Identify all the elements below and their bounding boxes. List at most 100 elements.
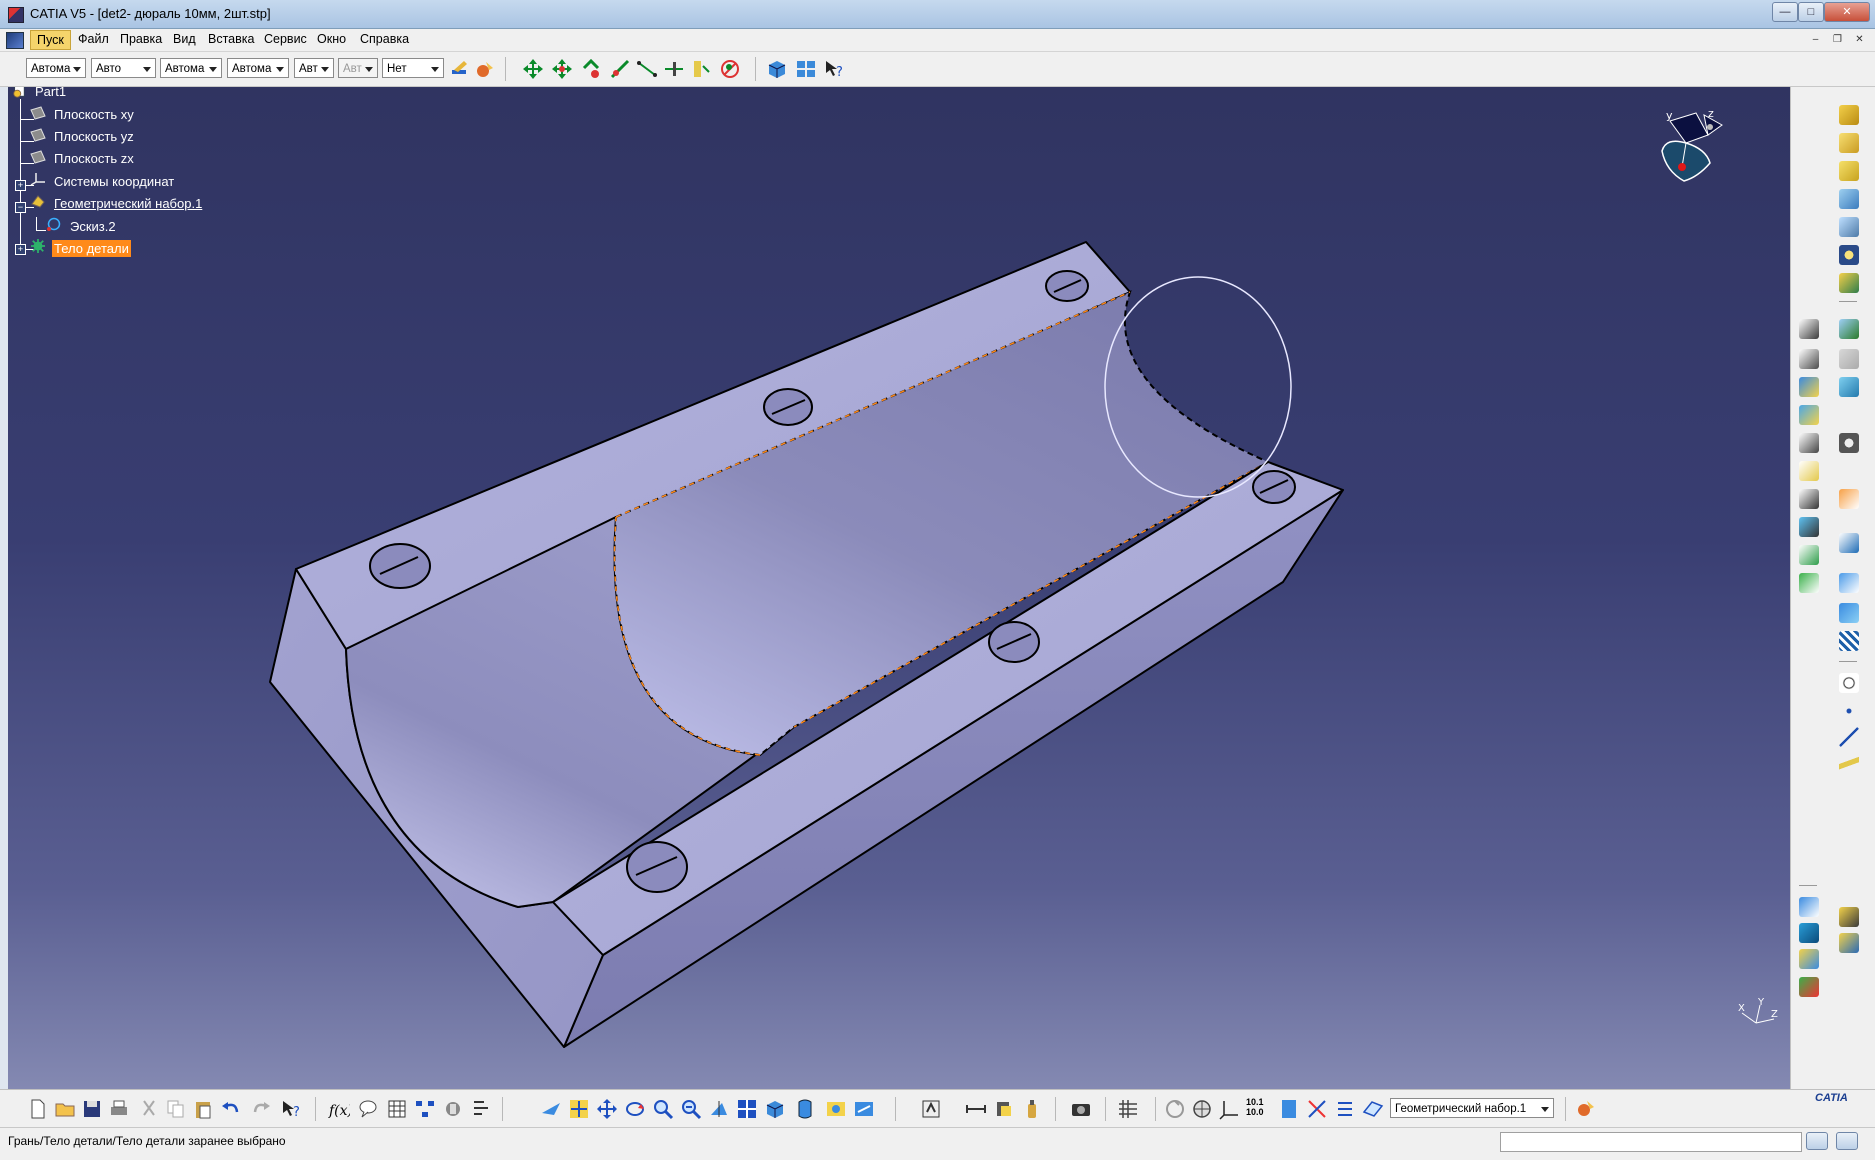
close-surface-icon[interactable] bbox=[1799, 573, 1819, 593]
tree-item-part-body[interactable]: Тело детали bbox=[52, 240, 131, 257]
menu-window[interactable]: Окно bbox=[311, 32, 352, 46]
save-icon[interactable] bbox=[81, 1098, 103, 1120]
tree-item-plane-zx[interactable]: Плоскость zx bbox=[54, 151, 134, 166]
constraint-icon[interactable] bbox=[719, 58, 741, 80]
capture-icon[interactable] bbox=[1070, 1098, 1092, 1120]
shell-icon[interactable] bbox=[1839, 377, 1859, 397]
workbench-switch-icon[interactable] bbox=[1575, 1098, 1597, 1120]
undo-icon[interactable] bbox=[220, 1098, 242, 1120]
close-button[interactable]: ✕ bbox=[1824, 2, 1870, 22]
pattern-icon[interactable] bbox=[1839, 631, 1859, 651]
measure-readout[interactable]: 10.1 10.0 bbox=[1246, 1097, 1272, 1117]
plane-icon[interactable] bbox=[30, 106, 46, 120]
normal-view-icon[interactable] bbox=[708, 1098, 730, 1120]
grid-icon[interactable] bbox=[1117, 1098, 1139, 1120]
multi-view-icon[interactable] bbox=[795, 58, 817, 80]
tree-item-axis-systems[interactable]: Системы координат bbox=[54, 174, 174, 189]
screw-hole[interactable] bbox=[763, 388, 813, 426]
select-cursor-icon[interactable] bbox=[1839, 489, 1859, 509]
part-body-icon[interactable] bbox=[30, 239, 46, 253]
render-style-combo[interactable]: Нет bbox=[382, 58, 444, 78]
knowledge-tree-icon[interactable] bbox=[414, 1098, 436, 1120]
screw-hole[interactable] bbox=[626, 841, 688, 893]
menu-start[interactable]: Пуск bbox=[30, 30, 71, 50]
split-icon[interactable] bbox=[1799, 517, 1819, 537]
menu-view[interactable]: Вид bbox=[167, 32, 202, 46]
rotate-icon[interactable] bbox=[580, 58, 602, 80]
point-create-icon[interactable] bbox=[1839, 701, 1859, 721]
catalog-icon[interactable] bbox=[1839, 907, 1859, 927]
color-combo[interactable]: Автома bbox=[26, 58, 86, 78]
solid-combine-icon[interactable] bbox=[1839, 273, 1859, 293]
snap-icon[interactable] bbox=[551, 58, 573, 80]
shaft-icon[interactable] bbox=[1839, 161, 1859, 181]
line-measure-icon[interactable] bbox=[636, 58, 658, 80]
replace-face-icon[interactable] bbox=[1799, 489, 1819, 509]
boolean-icon[interactable] bbox=[993, 1098, 1015, 1120]
maximize-button[interactable]: □ bbox=[1798, 2, 1824, 22]
menu-file[interactable]: Файл bbox=[72, 32, 115, 46]
print-icon[interactable] bbox=[108, 1098, 130, 1120]
pad-icon[interactable] bbox=[1839, 105, 1859, 125]
cut-icon[interactable] bbox=[138, 1098, 160, 1120]
layer-combo[interactable]: Авт bbox=[294, 58, 334, 78]
groove-icon[interactable] bbox=[1839, 189, 1859, 209]
whats-this-help-icon[interactable]: ? bbox=[280, 1098, 302, 1120]
geometrical-set-tool-icon[interactable] bbox=[1362, 1098, 1384, 1120]
plane-icon[interactable] bbox=[30, 150, 46, 164]
expand-toggle[interactable]: + bbox=[15, 244, 26, 255]
plane-create-icon[interactable] bbox=[1839, 753, 1859, 773]
paint-brush-icon[interactable] bbox=[449, 58, 471, 80]
workbench-icon[interactable] bbox=[1799, 897, 1819, 917]
geometrical-set-icon[interactable] bbox=[30, 194, 46, 208]
line-create-icon[interactable] bbox=[1839, 727, 1859, 747]
document-icon[interactable] bbox=[6, 32, 24, 49]
screw-hole[interactable] bbox=[988, 621, 1040, 663]
part-icon[interactable] bbox=[11, 87, 27, 98]
rib-icon[interactable] bbox=[1839, 245, 1859, 265]
plane-icon[interactable] bbox=[30, 128, 46, 142]
tree-item-geometrical-set[interactable]: Геометрический набор.1 bbox=[54, 196, 202, 211]
layers-icon[interactable] bbox=[1799, 977, 1819, 997]
new-file-icon[interactable] bbox=[27, 1098, 49, 1120]
remove-face-icon[interactable] bbox=[1799, 461, 1819, 481]
reorder-icon[interactable] bbox=[470, 1098, 492, 1120]
screw-hole[interactable] bbox=[1252, 470, 1296, 504]
analysis-tool-icon[interactable] bbox=[442, 1098, 464, 1120]
zoom-in-icon[interactable] bbox=[652, 1098, 674, 1120]
copy-format-icon[interactable] bbox=[474, 58, 496, 80]
zoom-out-icon[interactable] bbox=[680, 1098, 702, 1120]
edge-fillet-icon[interactable] bbox=[1799, 349, 1819, 369]
sketch-tool-icon[interactable] bbox=[1799, 319, 1819, 339]
thread-icon[interactable] bbox=[1799, 433, 1819, 453]
menu-edit[interactable]: Правка bbox=[114, 32, 168, 46]
rotate-view-icon[interactable] bbox=[624, 1098, 646, 1120]
minimize-button[interactable]: — bbox=[1772, 2, 1798, 22]
dimension-icon[interactable] bbox=[690, 58, 712, 80]
collapse-toggle[interactable]: − bbox=[15, 202, 26, 213]
copy-icon[interactable] bbox=[165, 1098, 187, 1120]
align-icon[interactable] bbox=[663, 58, 685, 80]
fly-mode-icon[interactable] bbox=[540, 1098, 562, 1120]
open-folder-icon[interactable] bbox=[54, 1098, 76, 1120]
status-button[interactable] bbox=[1836, 1132, 1858, 1150]
fit-all-icon[interactable] bbox=[568, 1098, 590, 1120]
redo-icon[interactable] bbox=[250, 1098, 272, 1120]
tools-palette-icon[interactable] bbox=[1839, 933, 1859, 953]
reset-icon[interactable] bbox=[1164, 1098, 1186, 1120]
sketcher-icon[interactable] bbox=[1839, 533, 1859, 553]
tree-item-plane-xy[interactable]: Плоскость xy bbox=[54, 107, 134, 122]
tree-item-sketch2[interactable]: Эскиз.2 bbox=[70, 219, 116, 234]
line-weight-combo[interactable]: Автома bbox=[160, 58, 222, 78]
measure-icon[interactable] bbox=[1839, 573, 1859, 593]
tree-item-plane-yz[interactable]: Плоскость yz bbox=[54, 129, 134, 144]
thickness-icon[interactable] bbox=[1799, 405, 1819, 425]
axis-create-icon[interactable] bbox=[1219, 1098, 1241, 1120]
axis-icon[interactable] bbox=[609, 58, 631, 80]
part-model[interactable] bbox=[8, 87, 1790, 1089]
iso-view-icon[interactable] bbox=[764, 1098, 786, 1120]
screw-hole[interactable] bbox=[1045, 270, 1089, 302]
menu-help[interactable]: Справка bbox=[354, 32, 415, 46]
expand-toggle[interactable]: + bbox=[15, 180, 26, 191]
mdi-close-button[interactable]: ✕ bbox=[1852, 33, 1867, 46]
